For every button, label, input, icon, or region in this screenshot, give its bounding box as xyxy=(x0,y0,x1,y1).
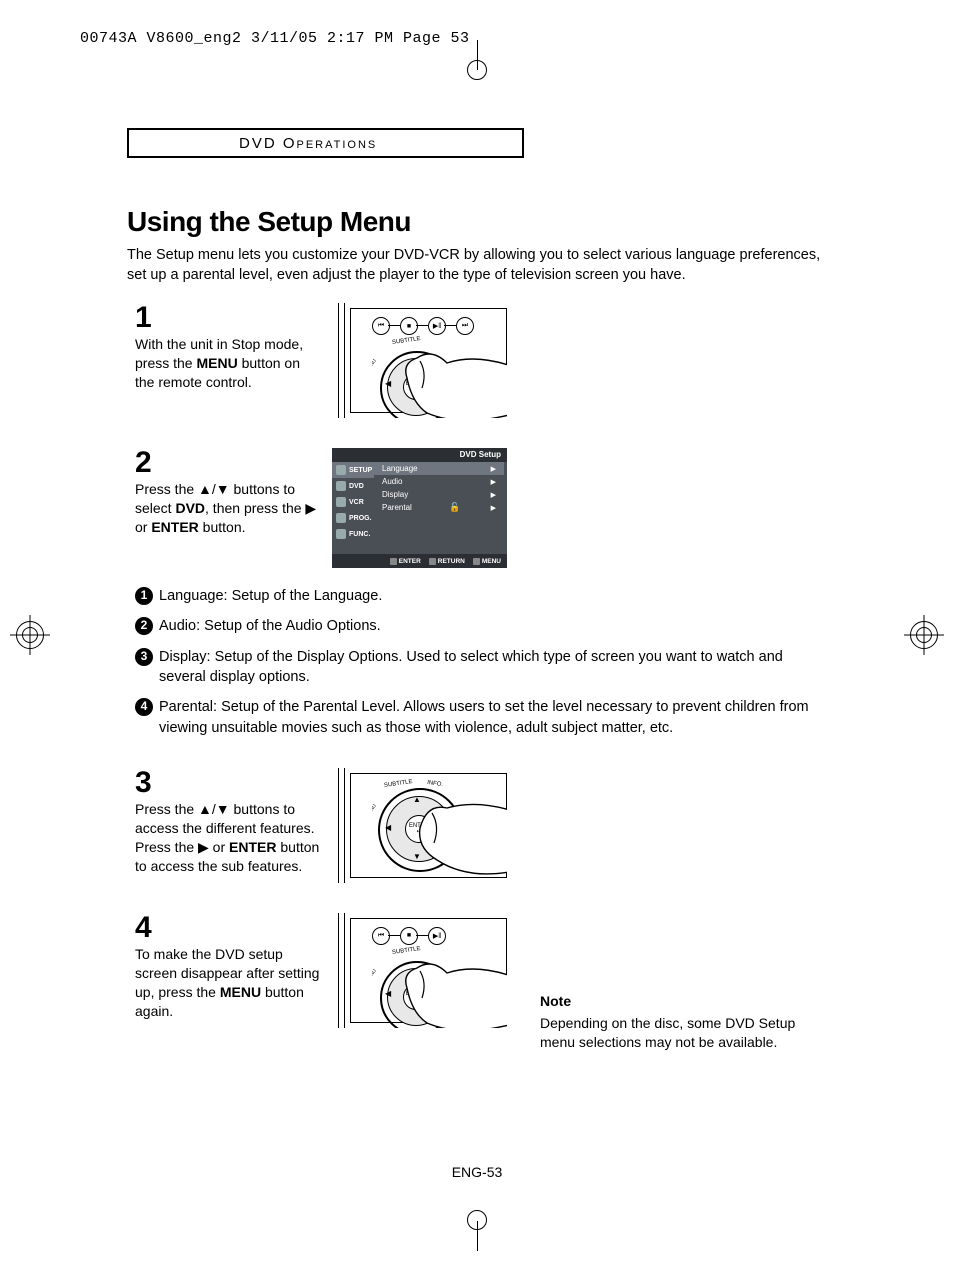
step-body: Press the ▲/▼ buttons to select DVD, the… xyxy=(135,480,322,537)
registration-mark-left xyxy=(10,615,50,655)
section-label: DVD Operations xyxy=(239,135,377,152)
print-job-header: 00743A V8600_eng2 3/11/05 2:17 PM Page 5… xyxy=(80,30,470,47)
note-heading: Note xyxy=(540,992,800,1012)
osd-row-audio: Audio▶ xyxy=(374,475,504,488)
step-body: With the unit in Stop mode, press the ME… xyxy=(135,335,322,392)
step-number: 1 xyxy=(135,303,322,333)
list-item: 3Display: Setup of the Display Options. … xyxy=(127,647,827,688)
list-item: 2Audio: Setup of the Audio Options. xyxy=(127,616,827,636)
step-1: 1 With the unit in Stop mode, press the … xyxy=(127,303,827,418)
osd-tab-func: FUNC. xyxy=(332,526,374,542)
osd-hint-return: RETURN xyxy=(429,558,465,565)
step-body: To make the DVD setup screen disappear a… xyxy=(135,945,322,1021)
note-body: Depending on the disc, some DVD Setup me… xyxy=(540,1015,795,1051)
note-block: Note Depending on the disc, some DVD Set… xyxy=(540,992,800,1053)
step-number: 3 xyxy=(135,768,322,798)
osd-row-language: Language▶ xyxy=(374,462,504,475)
osd-tab-prog: PROG. xyxy=(332,510,374,526)
page-content: DVD Operations Using the Setup Menu The … xyxy=(127,128,827,1028)
list-item: 1Language: Setup of the Language. xyxy=(127,586,827,606)
osd-tab-vcr: VCR xyxy=(332,494,374,510)
osd-hint-enter: ENTER xyxy=(390,558,421,565)
page-title: Using the Setup Menu xyxy=(127,206,827,238)
remote-illustration-4: ⏮ ■ ▶ǁ SUBTITLE MENU ENTER↩ ◀ ▶ xyxy=(332,913,507,1028)
remote-illustration-3: SUBTITLE INFO. MENU ENTER↩ ▲ ▼ ◀ ▶ xyxy=(332,768,507,883)
step-body: Press the ▲/▼ buttons to access the diff… xyxy=(135,800,322,876)
intro-paragraph: The Setup menu lets you customize your D… xyxy=(127,246,827,285)
section-label-box: DVD Operations xyxy=(127,128,524,158)
osd-title: DVD Setup xyxy=(460,450,501,459)
list-item: 4Parental: Setup of the Parental Level. … xyxy=(127,697,827,738)
osd-row-display: Display▶ xyxy=(374,488,504,501)
step-number: 4 xyxy=(135,913,322,943)
osd-hint-menu: MENU xyxy=(473,558,501,565)
step-2: 2 Press the ▲/▼ buttons to select DVD, t… xyxy=(127,448,827,568)
osd-tab-dvd: DVD xyxy=(332,478,374,494)
step-number: 2 xyxy=(135,448,322,478)
page-number: ENG-53 xyxy=(0,1164,954,1180)
osd-row-parental: Parental🔓▶ xyxy=(374,501,504,514)
osd-tab-setup: SETUP xyxy=(332,462,374,478)
registration-mark-right xyxy=(904,615,944,655)
crop-mark-bottom xyxy=(467,1210,487,1251)
setup-options-list: 1Language: Setup of the Language. 2Audio… xyxy=(127,586,827,738)
osd-screenshot: DVD Setup SETUP DVD VCR PROG. FUNC. Lang… xyxy=(332,448,507,568)
step-3: 3 Press the ▲/▼ buttons to access the di… xyxy=(127,768,827,883)
remote-illustration-1: ⏮ ■ ▶ǁ ⏭ SUBTITLE MENU ENTER↩ ◀ ▶ xyxy=(332,303,507,418)
crop-mark-top xyxy=(467,40,487,80)
